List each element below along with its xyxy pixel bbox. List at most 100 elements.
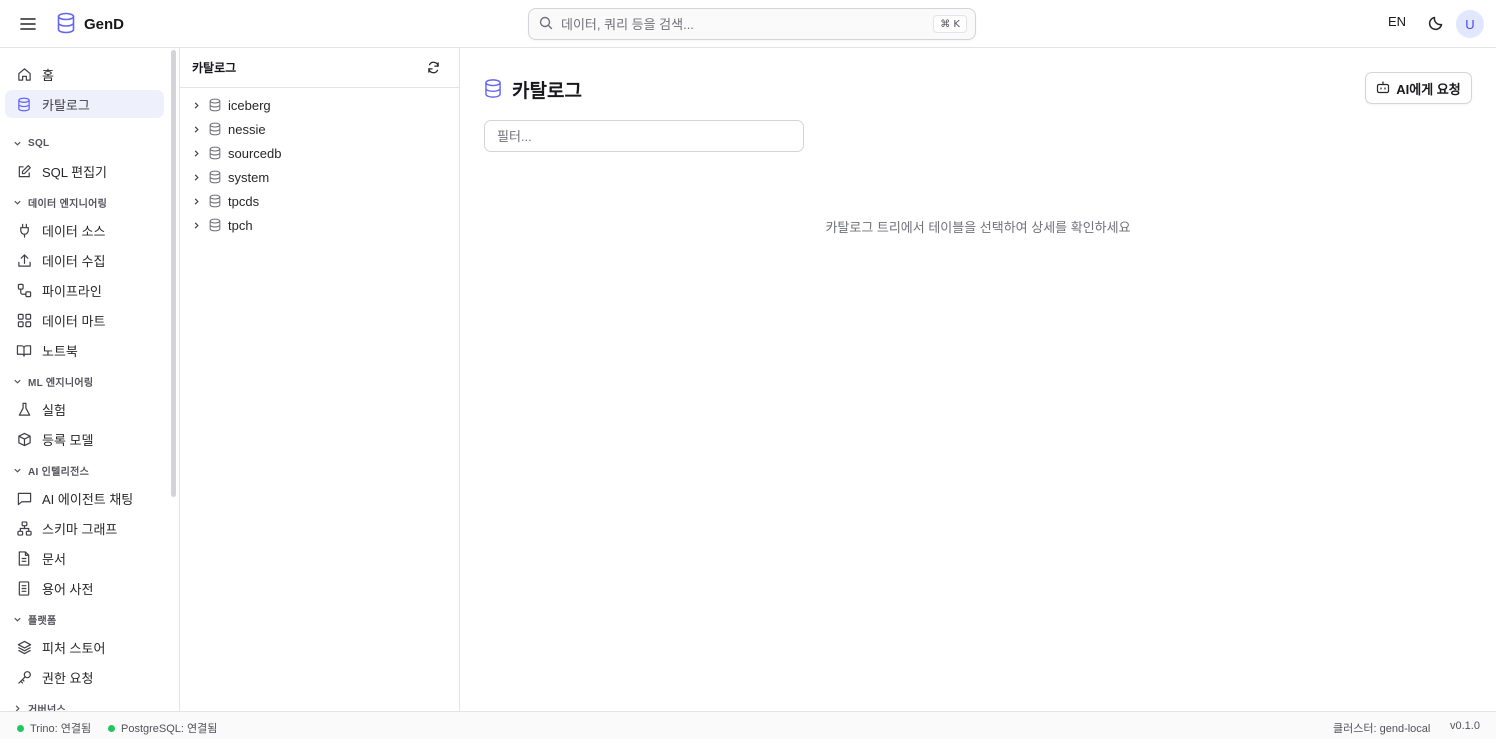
chevron-right-icon[interactable] [190, 147, 202, 159]
trino-status-text: Trino: 연결됨 [30, 723, 92, 735]
network-icon [16, 520, 32, 536]
main-content: 카탈로그 AI에게 요청 카탈로그 트리에서 테이블을 선택하여 상세를 확인하… [460, 48, 1496, 711]
chevron-right-icon[interactable] [190, 195, 202, 207]
sidebar-item-label: 데이터 소스 [42, 223, 106, 239]
tree-title: 카탈로그 [192, 61, 237, 75]
tree-node-catalog[interactable]: tpch [190, 214, 450, 236]
top-header: GenD ⌘ K EN U [0, 0, 1496, 48]
sidebar-item-documents[interactable]: 문서 [5, 544, 164, 572]
section-ai-intelligence[interactable]: AI 인텔리전스 [13, 462, 89, 478]
sidebar-item-label: 용어 사전 [42, 581, 94, 597]
moon-icon[interactable] [1427, 14, 1445, 32]
sidebar-item-experiment[interactable]: 실험 [5, 395, 164, 423]
key-icon [16, 669, 32, 685]
sidebar-item-home[interactable]: 홈 [5, 60, 164, 88]
chevron-right-icon[interactable] [190, 219, 202, 231]
sidebar-item-ai-agent-chat[interactable]: AI 에이전트 채팅 [5, 484, 164, 512]
sidebar-item-schema-graph[interactable]: 스키마 그래프 [5, 514, 164, 542]
book-open-icon [16, 342, 32, 358]
chevron-right-icon[interactable] [190, 123, 202, 135]
sidebar-item-label: 권한 요청 [42, 670, 94, 686]
chevron-right-icon[interactable] [190, 99, 202, 111]
hamburger-menu-icon[interactable] [18, 14, 38, 34]
layers-icon [16, 639, 32, 655]
plug-icon [16, 222, 32, 238]
cluster-name: 클러스터: gend-local [1333, 723, 1431, 735]
sidebar-item-registered-model[interactable]: 등록 모델 [5, 425, 164, 453]
refresh-icon[interactable] [427, 61, 441, 75]
sidebar-item-label: 실험 [42, 402, 66, 418]
sidebar-item-data-mart[interactable]: 데이터 마트 [5, 306, 164, 334]
status-dot [17, 724, 24, 732]
section-ml-engineering[interactable]: ML 엔지니어링 [13, 373, 93, 389]
trino-status: Trino: 연결됨 [17, 720, 91, 736]
message-square-icon [16, 490, 32, 506]
sidebar-item-notebook[interactable]: 노트북 [5, 336, 164, 364]
upload-icon [16, 252, 32, 268]
status-bar: Trino: 연결됨 PostgreSQL: 연결됨 클러스터: gend-lo… [0, 711, 1496, 739]
section-governance[interactable]: 거버넌스 [13, 700, 66, 711]
sidebar-item-catalog[interactable]: 카탈로그 [5, 90, 164, 118]
edit-icon [16, 163, 32, 179]
global-search[interactable]: ⌘ K [528, 8, 976, 40]
sidebar-item-sql-editor[interactable]: SQL 편집기 [5, 157, 164, 185]
sidebar-item-data-ingestion[interactable]: 데이터 수집 [5, 246, 164, 274]
language-toggle-button[interactable]: EN [1388, 14, 1406, 29]
sidebar-item-label: SQL 편집기 [42, 164, 108, 180]
user-avatar[interactable]: U [1456, 10, 1484, 38]
page-title-row: 카탈로그 [484, 76, 582, 103]
sidebar-item-label: 홈 [42, 67, 54, 83]
grid-icon [16, 312, 32, 328]
sidebar-item-permission-request[interactable]: 권한 요청 [5, 663, 164, 691]
sidebar-item-pipeline[interactable]: 파이프라인 [5, 276, 164, 304]
search-input[interactable] [561, 16, 921, 32]
section-label: 플랫폼 [28, 615, 57, 627]
tree-node-catalog[interactable]: nessie [190, 118, 450, 140]
search-icon [539, 16, 553, 33]
chevron-right-icon[interactable] [190, 171, 202, 183]
database-logo-icon [56, 12, 76, 37]
filter-input[interactable] [484, 120, 804, 152]
chevron-down-icon [13, 136, 22, 151]
ask-ai-button[interactable]: AI에게 요청 [1365, 72, 1472, 104]
sidebar-scrollbar[interactable] [171, 50, 176, 497]
section-sql[interactable]: SQL [13, 135, 49, 151]
section-data-engineering[interactable]: 데이터 엔지니어링 [13, 194, 107, 210]
tree-node-label: system [228, 169, 270, 185]
sidebar-item-label: 피처 스토어 [42, 640, 106, 656]
database-icon [208, 218, 222, 232]
tree-node-catalog[interactable]: sourcedb [190, 142, 450, 164]
database-icon [16, 96, 32, 112]
tree-node-catalog[interactable]: tpcds [190, 190, 450, 212]
sidebar-item-glossary[interactable]: 용어 사전 [5, 574, 164, 602]
chevron-right-icon [13, 701, 22, 711]
tree-node-label: nessie [228, 121, 266, 137]
database-icon [208, 146, 222, 160]
sidebar-item-feature-store[interactable]: 피처 스토어 [5, 633, 164, 661]
chevron-down-icon [13, 612, 22, 627]
status-dot [108, 724, 115, 732]
tree-node-catalog[interactable]: system [190, 166, 450, 188]
chevron-down-icon [13, 463, 22, 478]
app-logo[interactable]: GenD [56, 12, 124, 37]
list-document-icon [16, 580, 32, 596]
sidebar-item-label: 등록 모델 [42, 432, 94, 448]
tree-node-catalog[interactable]: iceberg [190, 94, 450, 116]
file-text-icon [16, 550, 32, 566]
app-version: v0.1.0 [1450, 720, 1480, 732]
home-icon [16, 66, 32, 82]
search-shortcut-badge: ⌘ K [933, 15, 967, 33]
database-icon [484, 78, 502, 102]
sidebar-item-label: 카탈로그 [42, 97, 90, 113]
ask-ai-label: AI에게 요청 [1396, 81, 1461, 97]
sidebar: 홈 카탈로그 SQL SQL 편집기 데이터 엔지니어링 데이터 소스 데이터 … [0, 48, 180, 711]
sidebar-item-label: 파이프라인 [42, 283, 102, 299]
sidebar-item-data-source[interactable]: 데이터 소스 [5, 216, 164, 244]
database-icon [208, 170, 222, 184]
workflow-icon [16, 282, 32, 298]
section-label: SQL [28, 137, 50, 149]
package-icon [16, 431, 32, 447]
section-label: 데이터 엔지니어링 [28, 198, 108, 210]
sidebar-item-label: AI 에이전트 채팅 [42, 491, 134, 507]
section-platform[interactable]: 플랫폼 [13, 611, 57, 627]
